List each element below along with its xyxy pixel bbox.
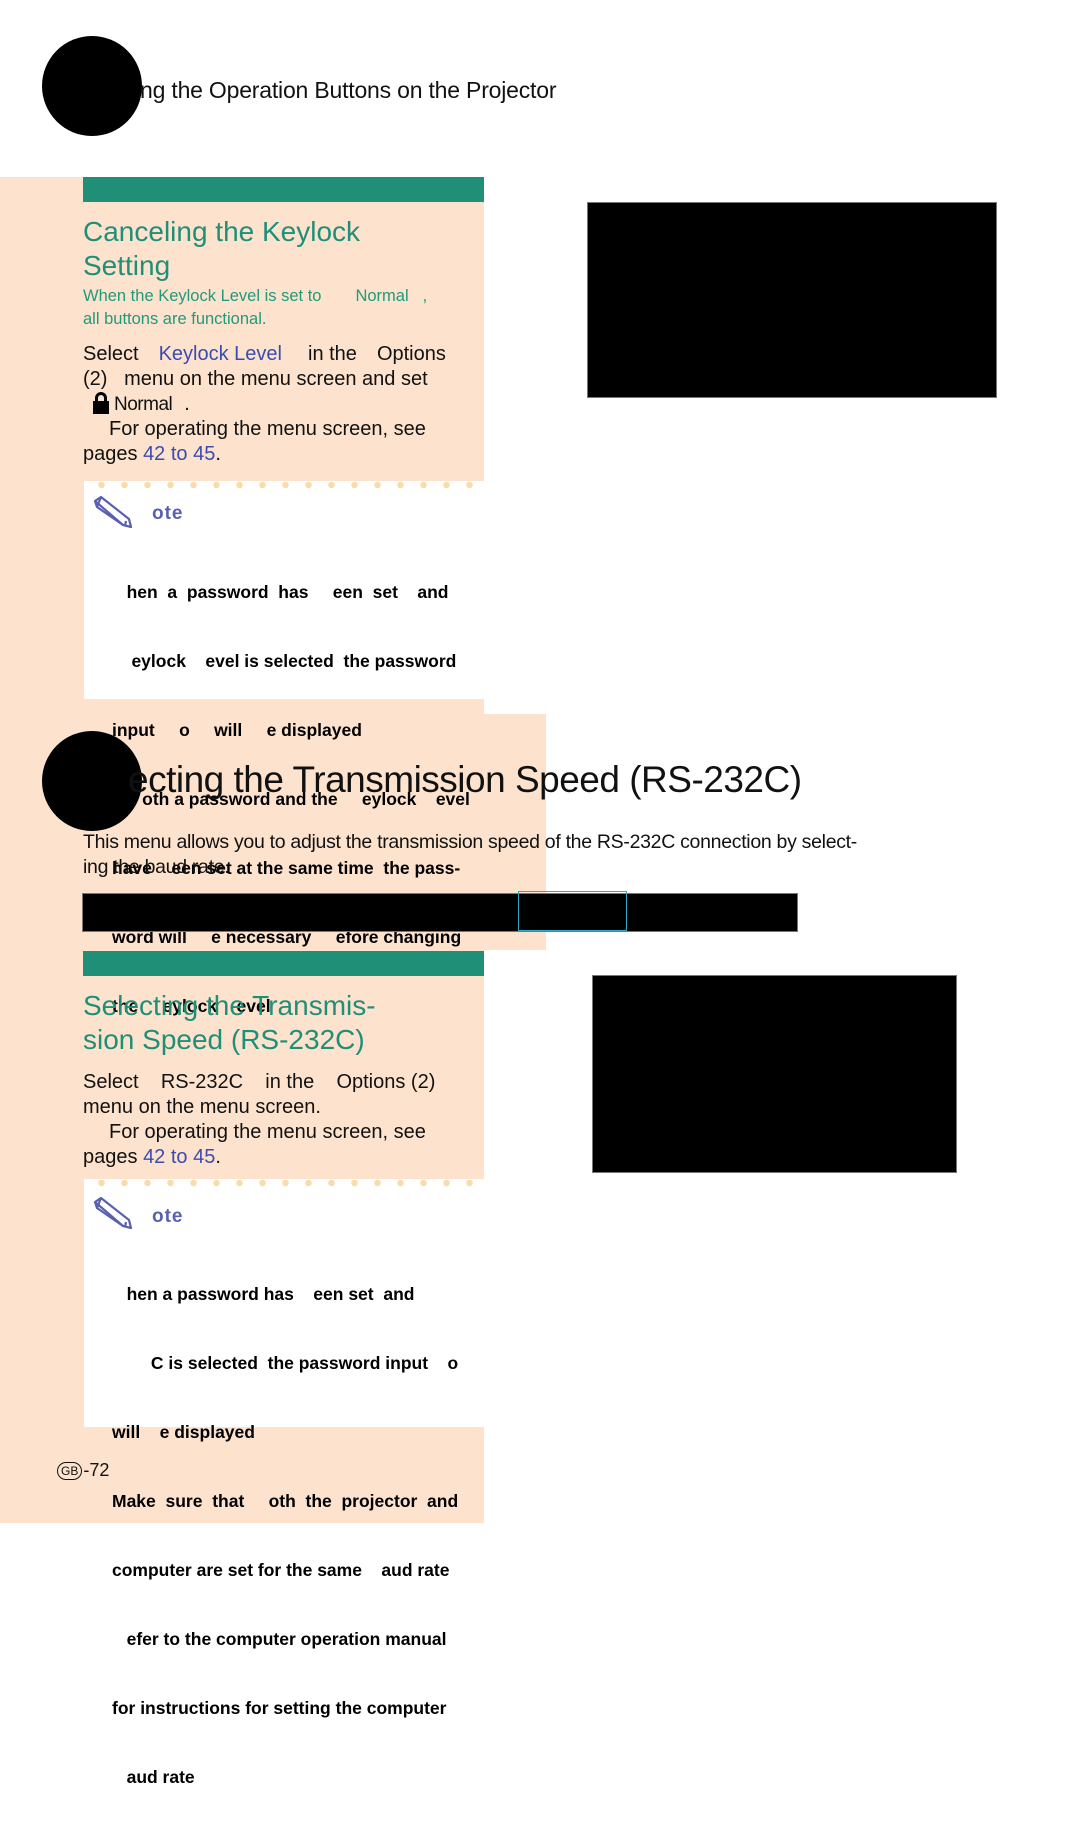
menu-screenshot-rs232c — [593, 976, 956, 1172]
note-dots — [90, 1179, 484, 1187]
note-line: hen a password has een set and — [112, 582, 449, 602]
step-in-the: in the — [308, 343, 357, 365]
pencil-icon — [93, 1196, 133, 1230]
rs232c-step-line1: Select RS-232C in the Options (2) — [83, 1071, 436, 1093]
rs232c-subtitle: Selecting the Transmis- sion Speed (RS-2… — [83, 989, 376, 1057]
note-line: input o will e displayed — [112, 720, 362, 740]
step-menu: Options — [376, 343, 446, 365]
note-label: ote — [152, 1206, 184, 1227]
note-line: aud rate — [112, 1767, 195, 1787]
lead-line2: all buttons are functional. — [83, 310, 267, 328]
pages-end: . — [215, 1146, 221, 1168]
section-bar — [83, 177, 484, 202]
section-bar — [83, 951, 484, 976]
lead-normal: Normal — [355, 287, 409, 305]
chapter-bullet-icon — [42, 731, 142, 831]
note-line: eylock evel is selected the password — [112, 651, 457, 671]
intro-line2: ing the baud rate. — [83, 856, 230, 878]
pages-link[interactable]: 42 to 45 — [143, 443, 215, 465]
keylock-level-link[interactable]: Keylock Level — [159, 343, 282, 365]
keylock-subtitle: Canceling the Keylock Setting — [83, 215, 360, 283]
note-line: C is selected the password input o — [112, 1353, 459, 1373]
step-line2: (2) menu on the menu screen and set — [83, 368, 428, 390]
keylock-note-box: ote hen a password has een set and eyloc… — [84, 481, 534, 1016]
lead-text: When the Keylock Level is set to — [83, 287, 322, 305]
lock-icon — [93, 392, 109, 414]
menu-screenshot-keylock — [588, 203, 996, 397]
see-line: For operating the menu screen, see — [109, 1121, 426, 1143]
lead-comma: , — [422, 287, 428, 305]
step-period: . — [184, 393, 190, 415]
page-number: GB -72 — [57, 1460, 109, 1481]
keylock-subtitle-line2: Setting — [83, 250, 171, 281]
rs232c-step: Select RS-232C in the Options (2) menu o… — [83, 1070, 483, 1170]
rs232c-subtitle-line1: Selecting the Transmis- — [83, 990, 376, 1021]
baud-rate-highlight[interactable] — [518, 891, 627, 931]
note-line: hen a password has een set and — [112, 1284, 415, 1304]
rs232c-step-line2: menu on the menu screen. — [83, 1096, 321, 1118]
rs232c-note-text: hen a password has een set and C is sele… — [112, 1237, 458, 1835]
note-label: ote — [152, 503, 184, 524]
page-number-text: -72 — [83, 1460, 110, 1480]
pages-label: pages — [83, 1146, 138, 1168]
note-line: for instructions for setting the compute… — [112, 1698, 447, 1718]
baud-rate-bar — [83, 894, 797, 931]
note-line: will e displayed — [112, 1422, 255, 1442]
pages-label: pages — [83, 443, 138, 465]
chapter-bullet-icon — [42, 36, 142, 136]
section-title: ecting the Transmission Speed (RS-232C) — [128, 759, 802, 800]
note-dots — [90, 481, 484, 489]
intro-line1: This menu allows you to adjust the trans… — [83, 831, 857, 853]
keylock-lead: When the Keylock Level is set to Normal, … — [83, 285, 483, 331]
note-line: efer to the computer operation manual — [112, 1629, 447, 1649]
keylock-subtitle-line1: Canceling the Keylock — [83, 216, 361, 247]
pages-end: . — [215, 443, 221, 465]
pages-link[interactable]: 42 to 45 — [143, 1146, 215, 1168]
region-badge: GB — [57, 1461, 83, 1480]
keylock-step: Select Keylock Level in the Options (2) men… — [83, 342, 483, 467]
see-line: For operating the menu screen, see — [109, 418, 426, 440]
section-intro: This menu allows you to adjust the trans… — [83, 830, 963, 880]
note-line: Make sure that oth the projector and — [112, 1491, 459, 1511]
step-select: Select — [83, 343, 139, 365]
pencil-icon — [93, 495, 133, 529]
normal-value: Normal — [114, 394, 173, 415]
running-head: ng the Operation Buttons on the Projecto… — [140, 77, 557, 103]
rs232c-subtitle-line2: sion Speed (RS-232C) — [83, 1024, 365, 1055]
rs232c-note-box: ote hen a password has een set and C is … — [84, 1179, 534, 1787]
note-line: computer are set for the same aud rate — [112, 1560, 450, 1580]
